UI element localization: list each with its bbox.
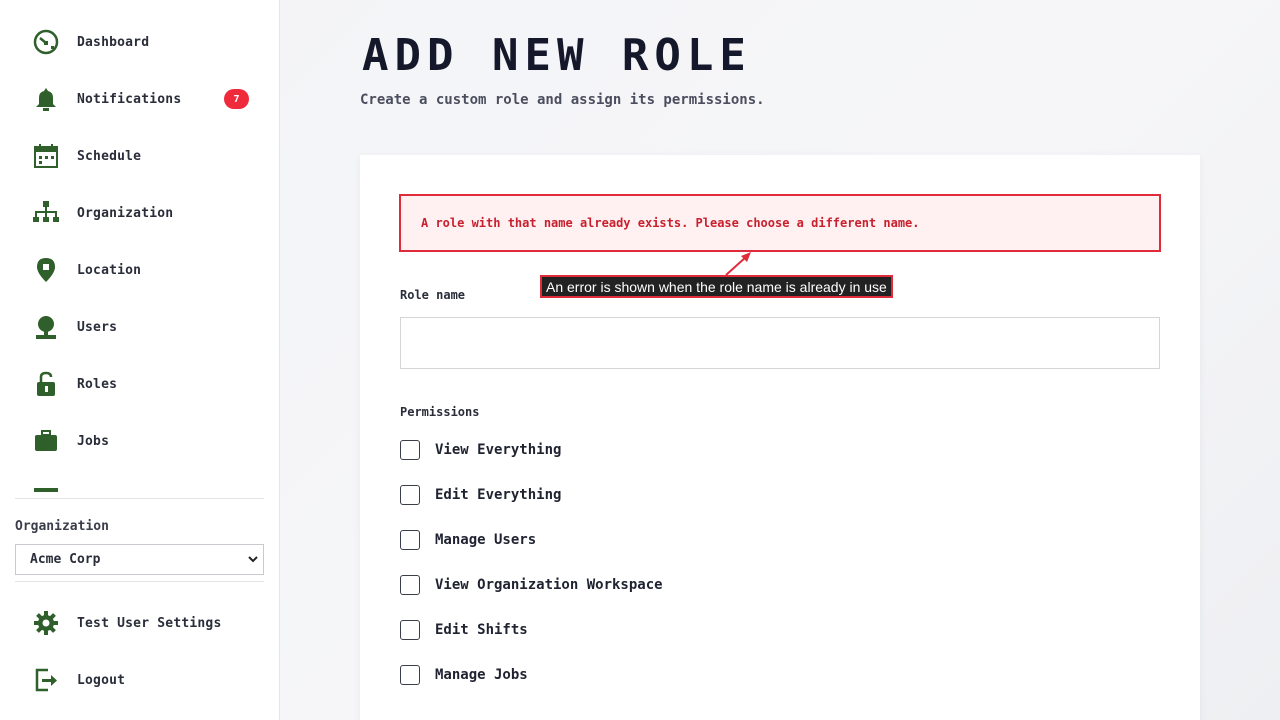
permission-label: Manage Users xyxy=(435,532,537,548)
permission-checkbox[interactable] xyxy=(400,620,420,640)
permission-edit-everything[interactable]: Edit Everything xyxy=(400,484,561,506)
error-alert: A role with that name already exists. Pl… xyxy=(399,194,1161,252)
sidebar-item-dashboard[interactable]: Dashboard xyxy=(30,22,260,62)
permission-checkbox[interactable] xyxy=(400,485,420,505)
page-subtitle: Create a custom role and assign its perm… xyxy=(360,92,765,108)
bell-icon xyxy=(30,83,62,115)
calendar-icon xyxy=(30,140,62,172)
error-message: A role with that name already exists. Pl… xyxy=(421,216,920,230)
sidebar-item-label: Notifications xyxy=(77,91,182,107)
permission-label: Edit Everything xyxy=(435,487,562,503)
sidebar-item-label: Logout xyxy=(77,672,126,688)
chevron-down-icon xyxy=(248,556,258,563)
role-form-card: A role with that name already exists. Pl… xyxy=(360,155,1200,720)
sidebar-item-label: Users xyxy=(77,319,118,335)
sidebar-item-jobs[interactable]: Jobs xyxy=(30,421,260,461)
sidebar: Dashboard Notifications 7 Schedule Organ… xyxy=(0,0,280,720)
sidebar-divider xyxy=(15,498,264,499)
permission-label: View Organization Workspace xyxy=(435,577,663,593)
role-name-input[interactable] xyxy=(400,317,1160,369)
location-pin-icon xyxy=(30,254,62,286)
sidebar-item-logout[interactable]: Logout xyxy=(30,660,260,700)
sidebar-item-label: Jobs xyxy=(77,433,110,449)
permission-view-organization-workspace[interactable]: View Organization Workspace xyxy=(400,574,663,596)
permission-checkbox[interactable] xyxy=(400,575,420,595)
sidebar-divider xyxy=(15,581,264,582)
sidebar-item-schedule[interactable]: Schedule xyxy=(30,136,260,176)
role-name-label: Role name xyxy=(400,288,466,302)
calendar-icon xyxy=(30,482,62,492)
permission-label: Manage Jobs xyxy=(435,667,528,683)
user-icon xyxy=(30,311,62,343)
sidebar-item-label: Dashboard xyxy=(77,34,150,50)
briefcase-icon xyxy=(30,425,62,457)
sidebar-item-location[interactable]: Location xyxy=(30,250,260,290)
dashboard-icon xyxy=(30,26,62,58)
sidebar-item-users[interactable]: Users xyxy=(30,307,260,347)
permissions-label: Permissions xyxy=(400,405,480,419)
logout-icon xyxy=(30,664,62,696)
permission-manage-jobs[interactable]: Manage Jobs xyxy=(400,664,528,686)
sidebar-item-settings[interactable]: Test User Settings xyxy=(30,603,260,643)
permission-manage-users[interactable]: Manage Users xyxy=(400,529,536,551)
permission-checkbox[interactable] xyxy=(400,665,420,685)
annotation-callout: An error is shown when the role name is … xyxy=(540,275,893,298)
sidebar-item-label: Organization xyxy=(77,205,174,221)
sidebar-nav: Dashboard Notifications 7 Schedule Organ… xyxy=(0,0,280,492)
page-title: ADD NEW ROLE xyxy=(362,30,752,81)
sidebar-item-label: Schedule xyxy=(77,148,142,164)
permission-checkbox[interactable] xyxy=(400,530,420,550)
sidebar-item-roles[interactable]: Roles xyxy=(30,364,260,404)
sidebar-item-label: Roles xyxy=(77,376,118,392)
organization-select-value: Acme Corp xyxy=(30,552,101,567)
org-chart-icon xyxy=(30,197,62,229)
permission-label: Edit Shifts xyxy=(435,622,528,638)
organization-label: Organization xyxy=(15,519,109,534)
permission-checkbox[interactable] xyxy=(400,440,420,460)
permission-label: View Everything xyxy=(435,442,562,458)
sidebar-item-clipped[interactable] xyxy=(30,478,260,492)
sidebar-item-label: Location xyxy=(77,262,142,278)
annotation-arrow-icon xyxy=(725,252,751,276)
notification-count-badge: 7 xyxy=(224,89,249,109)
sidebar-item-label: Test User Settings xyxy=(77,615,222,631)
sidebar-item-notifications[interactable]: Notifications 7 xyxy=(30,79,260,119)
gear-icon xyxy=(30,607,62,639)
permission-edit-shifts[interactable]: Edit Shifts xyxy=(400,619,528,641)
lock-icon xyxy=(30,368,62,400)
sidebar-item-organization[interactable]: Organization xyxy=(30,193,260,233)
organization-select[interactable]: Acme Corp xyxy=(15,544,264,575)
permission-view-everything[interactable]: View Everything xyxy=(400,439,561,461)
